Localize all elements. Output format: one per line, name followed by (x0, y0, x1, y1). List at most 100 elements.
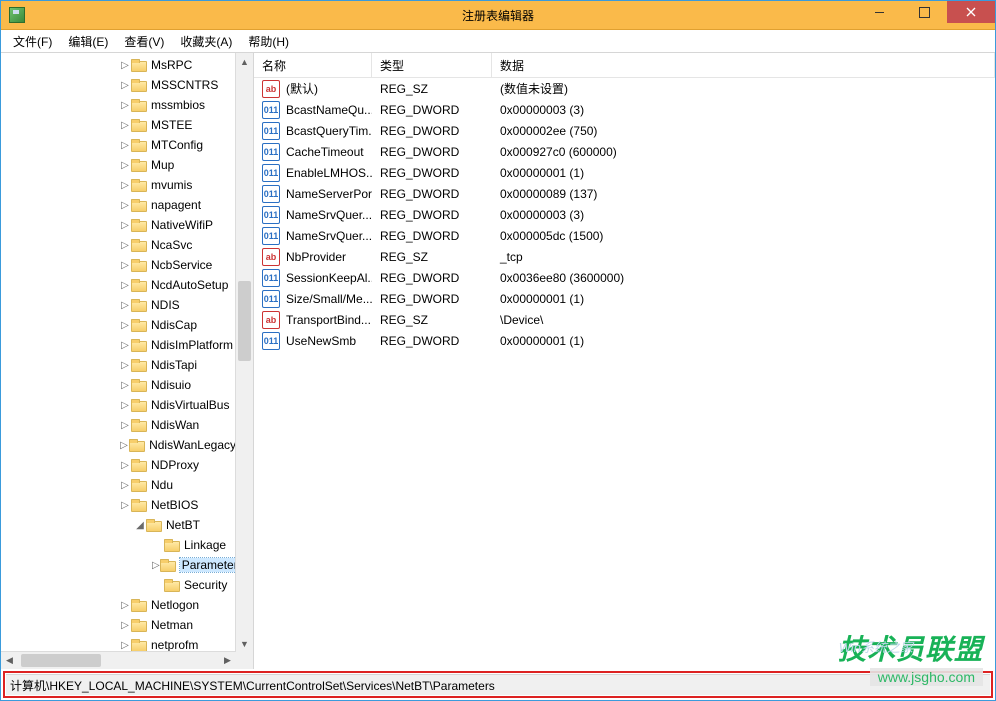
tree-expander-icon[interactable]: ▷ (119, 120, 131, 131)
body-area: ▷MsRPC▷MSSCNTRS▷mssmbios▷MSTEE▷MTConfig▷… (1, 53, 995, 669)
tree-item-label: Linkage (184, 538, 226, 552)
tree-item-ndproxy[interactable]: ▷NDProxy (1, 455, 236, 475)
tree-horizontal-scrollbar[interactable]: ◀ ▶ (1, 651, 236, 669)
tree-expander-icon[interactable]: ▷ (119, 80, 131, 91)
tree-item-mssmbios[interactable]: ▷mssmbios (1, 95, 236, 115)
tree-item-ndisvirtualbus[interactable]: ▷NdisVirtualBus (1, 395, 236, 415)
list-row[interactable]: 011CacheTimeoutREG_DWORD0x000927c0 (6000… (254, 141, 995, 162)
tree-item-ndiswanlegacy[interactable]: ▷NdisWanLegacy (1, 435, 236, 455)
tree-item-napagent[interactable]: ▷napagent (1, 195, 236, 215)
tree-item-netman[interactable]: ▷Netman (1, 615, 236, 635)
column-header-name[interactable]: 名称 (254, 53, 372, 77)
menu-file[interactable]: 文件(F) (5, 31, 60, 52)
tree-expander-icon[interactable]: ▷ (119, 240, 131, 251)
scroll-down-arrow-icon[interactable]: ▼ (236, 635, 253, 652)
titlebar[interactable]: 注册表编辑器 (1, 1, 995, 30)
tree-item-msrpc[interactable]: ▷MsRPC (1, 55, 236, 75)
scroll-thumb[interactable] (21, 654, 101, 667)
list-row[interactable]: 011SessionKeepAl...REG_DWORD0x0036ee80 (… (254, 267, 995, 288)
tree-item-security[interactable]: Security (1, 575, 236, 595)
tree-expander-icon[interactable]: ▷ (119, 500, 131, 511)
list-row[interactable]: 011UseNewSmbREG_DWORD0x00000001 (1) (254, 330, 995, 351)
tree-expander-icon[interactable]: ▷ (119, 600, 131, 611)
tree-item-mstee[interactable]: ▷MSTEE (1, 115, 236, 135)
folder-icon (131, 639, 147, 652)
tree-expander-icon[interactable]: ▷ (119, 380, 131, 391)
tree-expander-icon[interactable]: ▷ (119, 140, 131, 151)
tree-expander-icon[interactable]: ▷ (119, 400, 131, 411)
scroll-up-arrow-icon[interactable]: ▲ (236, 53, 253, 70)
menu-edit[interactable]: 编辑(E) (60, 31, 116, 52)
scroll-thumb[interactable] (238, 281, 251, 361)
tree-expander-icon[interactable]: ▷ (119, 480, 131, 491)
tree-expander-icon[interactable]: ▷ (119, 180, 131, 191)
tree-expander-icon[interactable]: ▷ (119, 220, 131, 231)
tree-item-msscntrs[interactable]: ▷MSSCNTRS (1, 75, 236, 95)
list-pane: 名称 类型 数据 ab(默认)REG_SZ(数值未设置)011BcastName… (254, 53, 995, 669)
list-row[interactable]: abTransportBind...REG_SZ\Device\ (254, 309, 995, 330)
maximize-button[interactable] (902, 1, 947, 23)
tree-item-ndiswan[interactable]: ▷NdisWan (1, 415, 236, 435)
tree-item-nativewifip[interactable]: ▷NativeWifiP (1, 215, 236, 235)
tree-expander-icon[interactable]: ▷ (119, 60, 131, 71)
tree-item-ndisuio[interactable]: ▷Ndisuio (1, 375, 236, 395)
tree-item-parameters[interactable]: ▷Parameters (1, 555, 236, 575)
tree-expander-icon[interactable]: ▷ (119, 160, 131, 171)
tree-item-ncbservice[interactable]: ▷NcbService (1, 255, 236, 275)
close-button[interactable] (947, 1, 995, 23)
tree-item-ndistapi[interactable]: ▷NdisTapi (1, 355, 236, 375)
tree-item-ncasvc[interactable]: ▷NcaSvc (1, 235, 236, 255)
tree-expander-icon[interactable]: ▷ (119, 280, 131, 291)
tree-item-mvumis[interactable]: ▷ mvumis (1, 175, 236, 195)
list-row[interactable]: 011NameServerPortREG_DWORD0x00000089 (13… (254, 183, 995, 204)
tree-item-ndiscap[interactable]: ▷NdisCap (1, 315, 236, 335)
tree-item-mup[interactable]: ▷Mup (1, 155, 236, 175)
column-header-data[interactable]: 数据 (492, 53, 995, 77)
menu-view[interactable]: 查看(V) (116, 31, 172, 52)
tree-expander-icon[interactable]: ▷ (119, 440, 129, 451)
tree-expander-icon[interactable]: ▷ (119, 360, 131, 371)
list-row[interactable]: 011BcastNameQu...REG_DWORD0x00000003 (3) (254, 99, 995, 120)
folder-icon (160, 559, 176, 572)
tree-expander-icon[interactable]: ◢ (134, 520, 146, 531)
minimize-button[interactable] (857, 1, 902, 23)
tree-item-label: mvumis (151, 178, 192, 192)
tree-expander-icon[interactable]: ▷ (119, 640, 131, 651)
list-row[interactable]: 011EnableLMHOS...REG_DWORD0x00000001 (1) (254, 162, 995, 183)
menu-favorites[interactable]: 收藏夹(A) (172, 31, 240, 52)
tree-expander-icon[interactable]: ▷ (119, 260, 131, 271)
tree-expander-icon[interactable]: ▷ (119, 100, 131, 111)
tree-item-netbios[interactable]: ▷NetBIOS (1, 495, 236, 515)
tree-item-netbt[interactable]: ◢NetBT (1, 515, 236, 535)
tree-item-mtconfig[interactable]: ▷MTConfig (1, 135, 236, 155)
tree-item-ndis[interactable]: ▷NDIS (1, 295, 236, 315)
list-row[interactable]: 011NameSrvQuer...REG_DWORD0x000005dc (15… (254, 225, 995, 246)
list-row[interactable]: abNbProviderREG_SZ_tcp (254, 246, 995, 267)
list-row[interactable]: 011NameSrvQuer...REG_DWORD0x00000003 (3) (254, 204, 995, 225)
tree-expander-icon[interactable]: ▷ (119, 420, 131, 431)
list-body[interactable]: ab(默认)REG_SZ(数值未设置)011BcastNameQu...REG_… (254, 78, 995, 669)
list-row[interactable]: 011BcastQueryTim...REG_DWORD0x000002ee (… (254, 120, 995, 141)
tree-expander-icon[interactable]: ▷ (119, 460, 131, 471)
scroll-right-arrow-icon[interactable]: ▶ (219, 652, 236, 669)
tree-item-ndisimplatform[interactable]: ▷NdisImPlatform (1, 335, 236, 355)
list-row[interactable]: ab(默认)REG_SZ(数值未设置) (254, 78, 995, 99)
tree-item-linkage[interactable]: Linkage (1, 535, 236, 555)
tree-item-ndu[interactable]: ▷Ndu (1, 475, 236, 495)
tree-expander-icon[interactable]: ▷ (119, 300, 131, 311)
tree-item-netlogon[interactable]: ▷Netlogon (1, 595, 236, 615)
tree-vertical-scrollbar[interactable]: ▲ ▼ (235, 53, 253, 652)
scroll-left-arrow-icon[interactable]: ◀ (1, 652, 18, 669)
tree-item-ncdautosetup[interactable]: ▷NcdAutoSetup (1, 275, 236, 295)
tree-expander-icon[interactable]: ▷ (152, 560, 160, 571)
value-name: BcastNameQu... (286, 103, 372, 117)
tree-scroll[interactable]: ▷MsRPC▷MSSCNTRS▷mssmbios▷MSTEE▷MTConfig▷… (1, 53, 236, 652)
column-header-type[interactable]: 类型 (372, 53, 492, 77)
menu-help[interactable]: 帮助(H) (240, 31, 297, 52)
tree-expander-icon[interactable]: ▷ (119, 320, 131, 331)
list-row[interactable]: 011Size/Small/Me...REG_DWORD0x00000001 (… (254, 288, 995, 309)
tree-item-netprofm[interactable]: ▷netprofm (1, 635, 236, 652)
tree-expander-icon[interactable]: ▷ (119, 340, 131, 351)
tree-expander-icon[interactable]: ▷ (119, 620, 131, 631)
tree-expander-icon[interactable]: ▷ (119, 200, 131, 211)
